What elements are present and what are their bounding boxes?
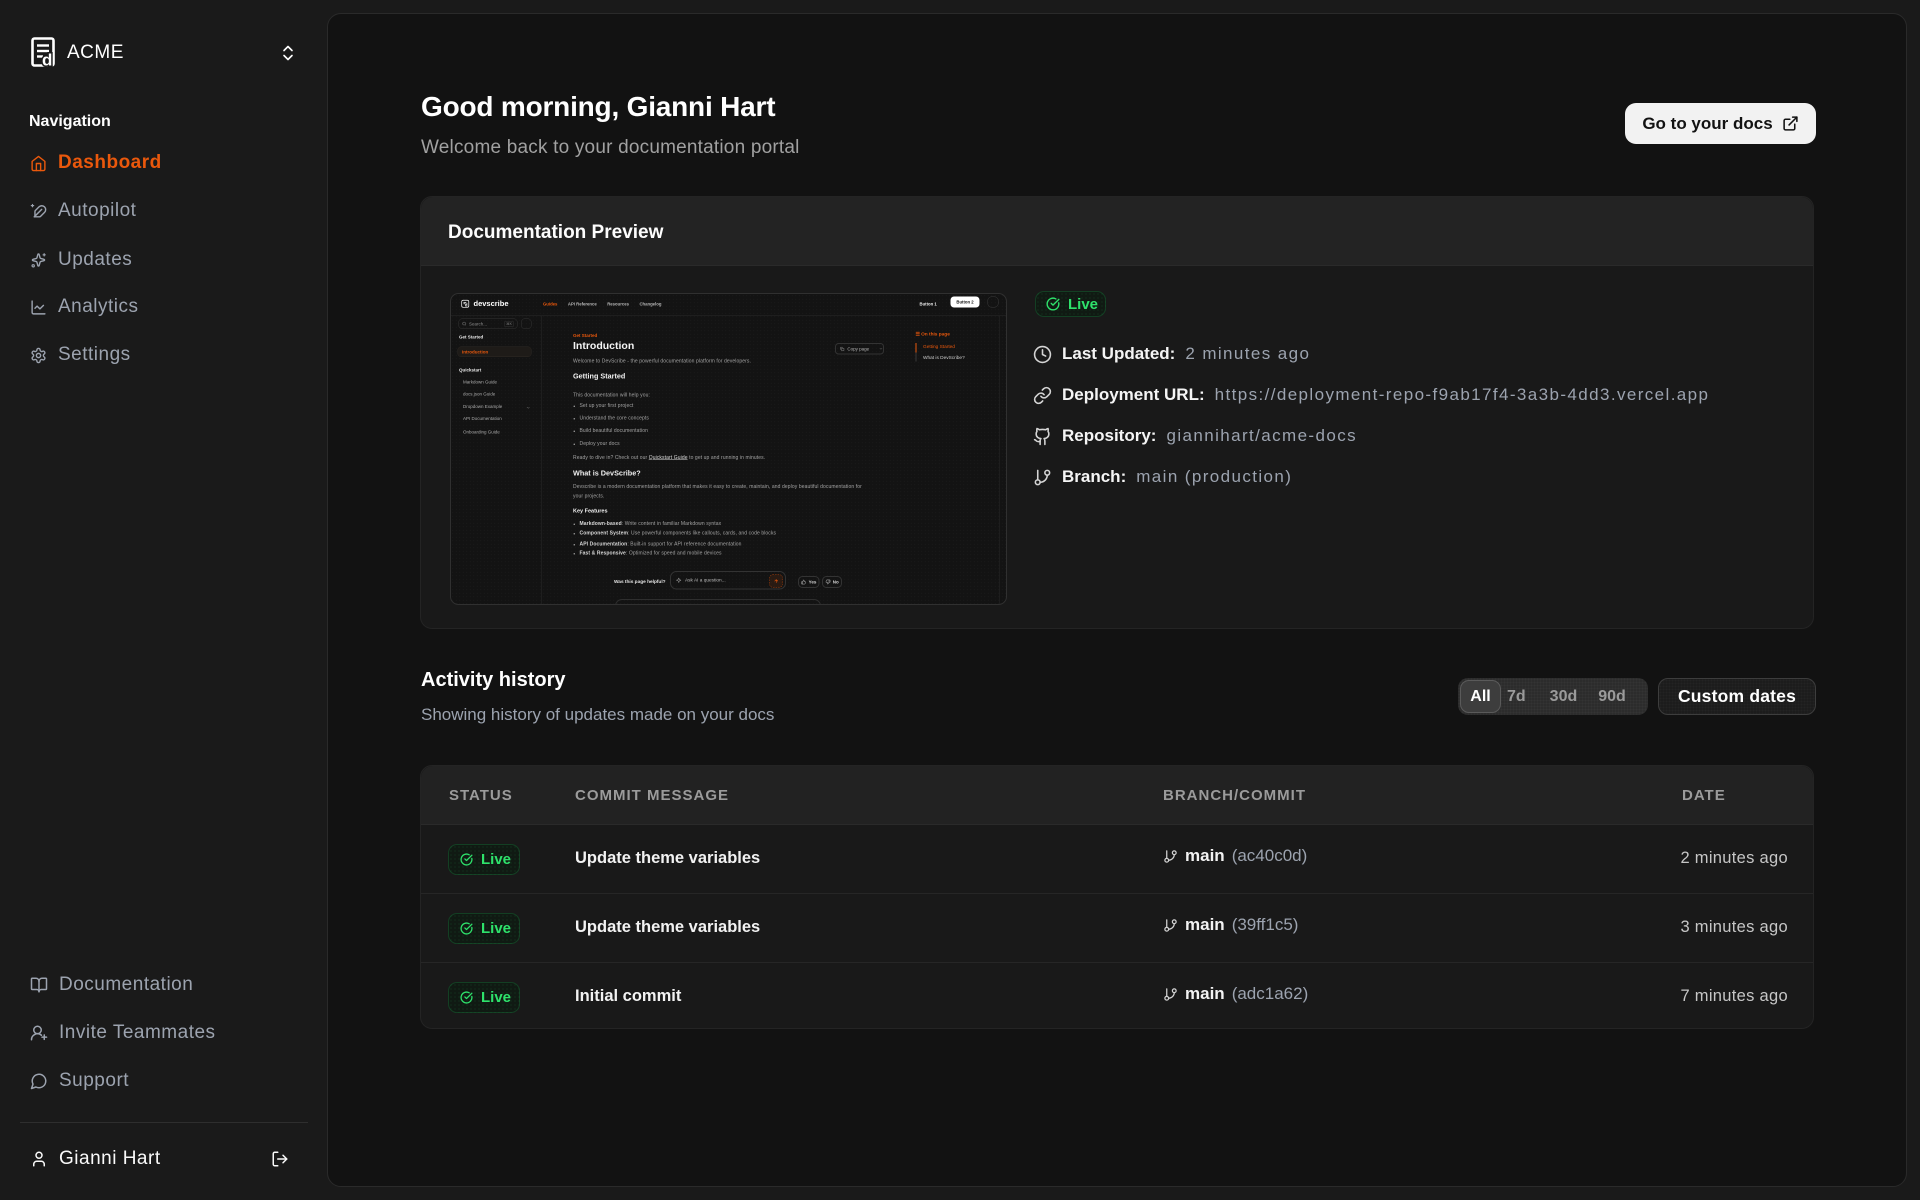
svg-text:d: d bbox=[465, 303, 468, 308]
svg-text:d: d bbox=[42, 51, 52, 69]
